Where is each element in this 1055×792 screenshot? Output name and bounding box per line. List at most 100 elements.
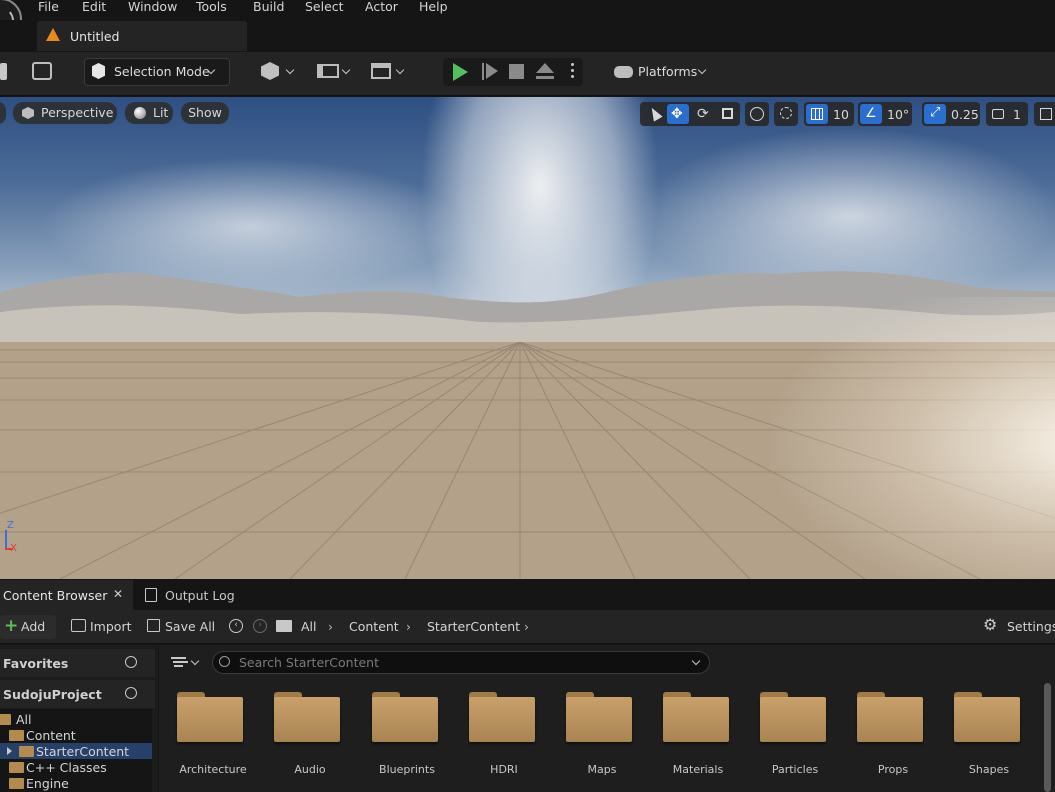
expand-arrow-icon[interactable] — [7, 747, 12, 755]
folder-icon — [9, 778, 24, 789]
eject-icon[interactable] — [536, 63, 554, 73]
menu-window[interactable]: Window — [128, 0, 177, 13]
save-icon[interactable] — [0, 63, 7, 80]
folder-hdri[interactable] — [469, 692, 535, 742]
axis-z-label: Z — [7, 520, 14, 531]
plus-icon: + — [4, 616, 19, 636]
folder-blueprints[interactable] — [372, 692, 438, 742]
project-label: SudojuProject — [3, 687, 102, 702]
level-tab[interactable] — [37, 21, 247, 51]
advance-frame-bar — [482, 63, 484, 80]
output-log-tab[interactable]: Output Log — [165, 588, 235, 603]
breadcrumb-separator-icon: › — [328, 619, 333, 634]
lit-sphere-icon — [134, 107, 146, 119]
camera-icon — [992, 109, 1004, 119]
folder-label: Blueprints — [379, 763, 435, 776]
close-icon[interactable]: ✕ — [113, 587, 123, 601]
search-icon[interactable] — [125, 687, 137, 699]
axis-x-label: X — [10, 543, 17, 554]
scale-snap-value[interactable]: 0.25 — [951, 107, 979, 122]
menu-help[interactable]: Help — [419, 0, 448, 13]
gamepad-icon — [614, 66, 633, 78]
axis-z-line — [5, 530, 7, 550]
eject-bar — [536, 76, 554, 79]
menu-file[interactable]: File — [38, 0, 59, 13]
stop-icon[interactable] — [509, 64, 524, 79]
breadcrumb-separator-icon[interactable]: › — [524, 619, 529, 634]
grid-snap-value[interactable]: 10 — [833, 107, 849, 122]
advance-frame-icon[interactable] — [486, 63, 498, 79]
folder-audio[interactable] — [274, 692, 340, 742]
folder-label: Maps — [587, 763, 617, 776]
lit-button[interactable]: Lit — [125, 102, 173, 124]
add-button-label: Add — [21, 619, 46, 634]
forward-icon[interactable]: › — [253, 619, 267, 633]
rotation-snap-value[interactable]: 10° — [887, 107, 909, 122]
folder-props[interactable] — [857, 692, 923, 742]
breadcrumb-content[interactable]: Content — [349, 619, 399, 634]
angle-icon: ∠ — [865, 106, 877, 121]
folder-particles[interactable] — [760, 692, 826, 742]
save-all-icon — [147, 619, 160, 632]
content-browser-tab-label: Content Browser — [3, 588, 108, 603]
search-placeholder: Search StarterContent — [239, 655, 379, 670]
selection-mode-icon — [92, 63, 105, 79]
folder-maps[interactable] — [566, 692, 632, 742]
asset-view-scrollbar[interactable] — [1044, 683, 1051, 792]
cinematics-icon[interactable] — [371, 63, 391, 79]
play-icon[interactable] — [453, 63, 468, 81]
folder-label: HDRI — [490, 763, 518, 776]
folder-icon — [19, 746, 34, 757]
save-all-button[interactable]: Save All — [165, 619, 215, 634]
tree-item-cpp-classes[interactable]: C++ Classes — [26, 760, 107, 775]
filter-icon-bar — [174, 665, 183, 667]
menu-build[interactable]: Build — [253, 0, 284, 13]
back-icon[interactable]: ‹ — [229, 619, 243, 633]
menu-select[interactable]: Select — [305, 0, 344, 13]
level-tab-label: Untitled — [70, 29, 120, 44]
show-button[interactable]: Show — [181, 102, 229, 124]
tree-item-startercontent[interactable]: StarterContent — [36, 744, 129, 759]
move-icon: ✥ — [671, 106, 683, 122]
import-icon — [71, 619, 86, 632]
folder-icon — [9, 762, 24, 773]
breadcrumb-startercontent[interactable]: StarterContent — [427, 619, 520, 634]
folder-materials[interactable] — [663, 692, 729, 742]
level-viewport[interactable] — [0, 97, 1055, 579]
camera-speed-value: 1 — [1013, 107, 1021, 122]
perspective-button[interactable]: Perspective — [13, 102, 117, 124]
import-button[interactable]: Import — [90, 619, 132, 634]
browse-content-icon[interactable] — [32, 62, 52, 80]
menu-actor[interactable]: Actor — [365, 0, 398, 13]
folder-label: Audio — [294, 763, 326, 776]
folder-label: Particles — [771, 763, 819, 776]
lit-label: Lit — [153, 105, 169, 120]
folder-architecture[interactable] — [177, 692, 243, 742]
folder-icon — [276, 620, 292, 632]
settings-gear-icon: ⚙ — [983, 615, 998, 634]
tree-item-content[interactable]: Content — [26, 728, 76, 743]
breadcrumb-separator-icon: › — [406, 619, 411, 634]
search-icon[interactable] — [125, 656, 137, 668]
folder-shapes[interactable] — [954, 692, 1020, 742]
scale-snap-icon: ⤢ — [930, 105, 941, 120]
blueprint-icon[interactable] — [317, 64, 339, 78]
grid-icon — [811, 108, 823, 120]
platforms-button[interactable]: Platforms — [638, 64, 697, 79]
selection-mode-label: Selection Mode — [114, 64, 210, 79]
rotate-icon[interactable]: ⟳ — [697, 107, 709, 121]
globe-icon — [750, 107, 764, 121]
level-icon — [46, 28, 60, 41]
breadcrumb-all[interactable]: All — [301, 619, 317, 634]
tree-item-all[interactable]: All — [16, 712, 32, 727]
menu-edit[interactable]: Edit — [82, 0, 106, 13]
settings-button[interactable]: Settings — [1007, 619, 1055, 634]
scale-icon[interactable] — [722, 108, 733, 119]
more-options-icon[interactable] — [571, 63, 574, 66]
menu-tools[interactable]: Tools — [196, 0, 227, 13]
layout-icon — [1040, 108, 1052, 120]
filter-icon[interactable] — [171, 657, 186, 659]
folder-label: Architecture — [179, 763, 247, 776]
search-icon — [219, 656, 230, 667]
tree-item-engine[interactable]: Engine — [26, 776, 69, 791]
